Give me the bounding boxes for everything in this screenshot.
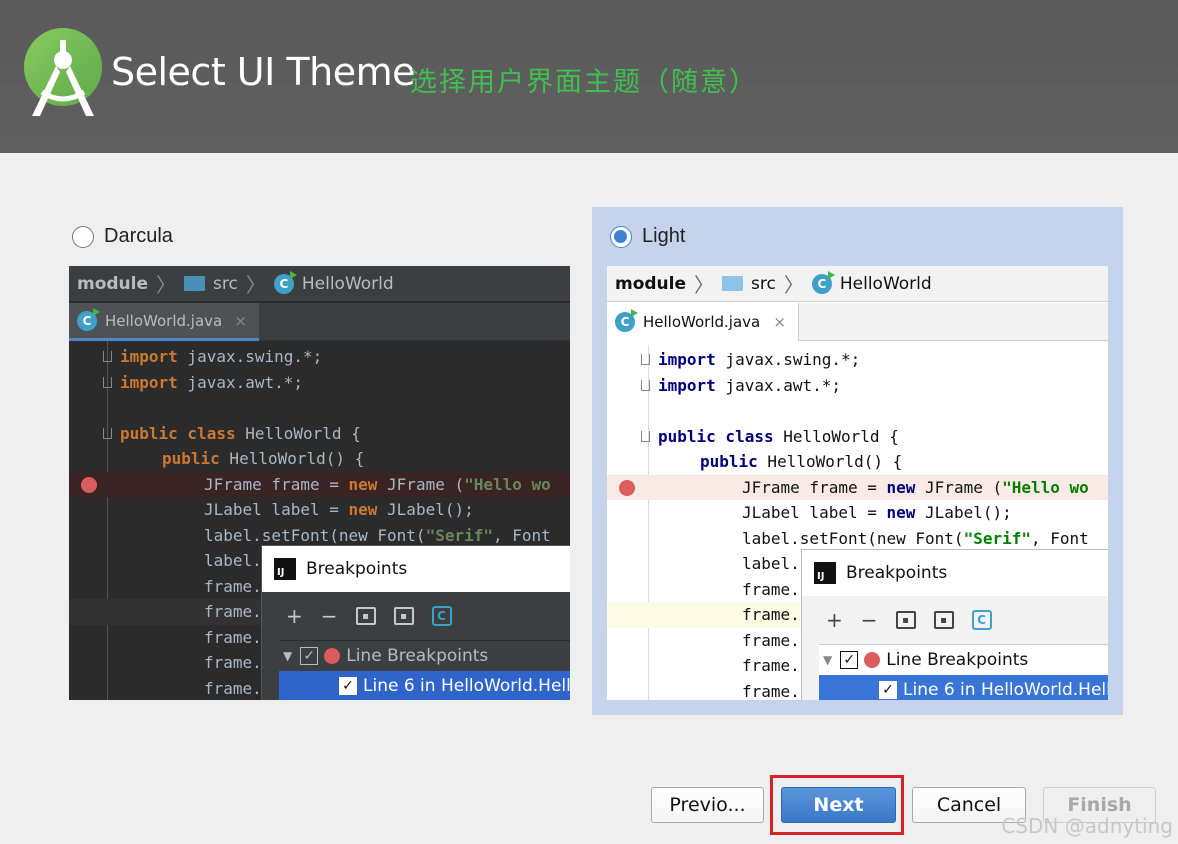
group-by-package-icon: ▪ bbox=[933, 611, 954, 629]
breadcrumb: module 〉 src 〉 C HelloWorld bbox=[69, 266, 570, 302]
tab-label: HelloWorld.java bbox=[643, 313, 761, 331]
darcula-radio-button[interactable] bbox=[72, 225, 94, 248]
light-theme-preview[interactable]: module 〉 src 〉 C HelloWorld C HelloWorld… bbox=[607, 266, 1108, 700]
light-radio-button[interactable] bbox=[610, 225, 632, 248]
class-icon: C bbox=[77, 307, 100, 331]
light-theme-option[interactable]: Light bbox=[610, 225, 685, 248]
breadcrumb-file: HelloWorld bbox=[839, 273, 932, 294]
editor-tab-bar: C HelloWorld.java × bbox=[69, 303, 570, 341]
previous-button[interactable]: Previo... bbox=[651, 787, 764, 823]
add-icon: + bbox=[826, 608, 843, 632]
add-icon: + bbox=[286, 604, 303, 628]
tree-item-row: ✓ Line 6 in HelloWorld.Hello bbox=[279, 671, 570, 700]
page-annotation: 选择用户界面主题（随意） bbox=[410, 67, 758, 98]
breadcrumb-module: module bbox=[77, 273, 149, 294]
folder-icon bbox=[722, 276, 744, 291]
code-line: import javax.awt.*; bbox=[607, 373, 1108, 399]
breakpoint-icon bbox=[324, 648, 341, 664]
checkbox-icon: ✓ bbox=[300, 647, 319, 665]
code-line: label.setFont(new Font("Serif", Font bbox=[742, 528, 1089, 548]
android-studio-logo-icon bbox=[24, 28, 102, 116]
breadcrumb: module 〉 src 〉 C HelloWorld bbox=[607, 266, 1108, 302]
group-by-package-icon: ▪ bbox=[393, 607, 414, 625]
close-icon: × bbox=[234, 311, 247, 330]
group-by-class-icon: C bbox=[431, 606, 452, 626]
code-line: JFrame frame = new JFrame ("Hello wo bbox=[607, 474, 1108, 500]
next-button-highlight-box bbox=[770, 775, 904, 835]
expand-icon: ▼ bbox=[823, 653, 833, 667]
breakpoints-toolbar: + − ▪ ▪ C bbox=[262, 592, 570, 640]
watermark: CSDN @adnyting bbox=[1001, 814, 1173, 838]
code-line: import javax.swing.*; bbox=[69, 344, 570, 370]
breakpoint-icon bbox=[864, 652, 881, 668]
editor-tab: C HelloWorld.java × bbox=[607, 303, 799, 341]
remove-icon: − bbox=[860, 608, 878, 632]
tree-group-row: ▼ ✓ Line Breakpoints bbox=[283, 646, 489, 666]
breakpoint-icon bbox=[81, 476, 97, 493]
wizard-header: Select UI Theme 选择用户界面主题（随意） bbox=[0, 0, 1178, 153]
breadcrumb-file: HelloWorld bbox=[301, 273, 394, 294]
code-line: JLabel label = new JLabel(); bbox=[742, 503, 1012, 522]
code-line: import javax.awt.*; bbox=[69, 370, 570, 396]
code-line: public HelloWorld() { bbox=[700, 452, 903, 471]
tree-item-row: ✓ Line 6 in HelloWorld.Hello bbox=[819, 675, 1108, 700]
breakpoints-dialog: IJ Breakpoints + − ▪ ▪ C ▼ ✓ Line Breakp… bbox=[801, 549, 1108, 700]
checkbox-icon: ✓ bbox=[840, 651, 859, 669]
code-line: import javax.swing.*; bbox=[607, 347, 1108, 373]
editor-tab: C HelloWorld.java × bbox=[69, 303, 259, 341]
breakpoints-toolbar: + − ▪ ▪ C bbox=[802, 596, 1108, 644]
group-by-class-icon: C bbox=[971, 610, 992, 630]
checkbox-icon: ✓ bbox=[339, 677, 357, 695]
code-line: public HelloWorld() { bbox=[162, 449, 365, 468]
breakpoints-tree: ▼ ✓ Line Breakpoints ✓ Line 6 in HelloWo… bbox=[279, 640, 570, 700]
breadcrumb-src: src bbox=[213, 273, 238, 294]
breakpoint-icon bbox=[619, 479, 635, 496]
remove-icon: − bbox=[320, 604, 338, 628]
code-line: JFrame frame = new JFrame ("Hello wo bbox=[69, 471, 570, 497]
class-icon: C bbox=[811, 270, 835, 294]
darcula-theme-option[interactable]: Darcula bbox=[72, 225, 173, 248]
code-line: public class HelloWorld { bbox=[607, 424, 1108, 450]
breakpoints-dialog-title: IJ Breakpoints bbox=[802, 550, 1108, 596]
intellij-logo-icon: IJ bbox=[814, 562, 836, 584]
breakpoints-dialog: IJ Breakpoints + − ▪ ▪ C ▼ ✓ Line Breakp… bbox=[261, 545, 570, 700]
breakpoints-tree: ▼ ✓ Line Breakpoints ✓ Line 6 in HelloWo… bbox=[819, 644, 1108, 700]
breadcrumb-src: src bbox=[751, 273, 776, 294]
expand-icon: ▼ bbox=[283, 649, 293, 663]
folder-icon bbox=[184, 276, 206, 291]
tab-label: HelloWorld.java bbox=[105, 311, 223, 330]
intellij-logo-icon: IJ bbox=[274, 558, 296, 580]
darcula-theme-preview[interactable]: module 〉 src 〉 C HelloWorld C HelloWorld… bbox=[69, 266, 570, 700]
code-line: JLabel label = new JLabel(); bbox=[204, 500, 474, 519]
breakpoints-dialog-title: IJ Breakpoints bbox=[262, 546, 570, 592]
page-title: Select UI Theme bbox=[111, 50, 415, 94]
checkbox-icon: ✓ bbox=[879, 681, 897, 699]
code-line: public class HelloWorld { bbox=[69, 421, 570, 447]
class-icon: C bbox=[615, 309, 638, 332]
close-icon: × bbox=[773, 313, 786, 331]
tree-group-row: ▼ ✓ Line Breakpoints bbox=[823, 650, 1029, 670]
editor-tab-bar: C HelloWorld.java × bbox=[607, 303, 1108, 341]
group-by-file-icon: ▪ bbox=[355, 607, 376, 625]
darcula-label: Darcula bbox=[104, 225, 173, 247]
class-icon: C bbox=[273, 270, 297, 294]
breadcrumb-module: module bbox=[615, 273, 687, 294]
light-label: Light bbox=[642, 225, 686, 247]
group-by-file-icon: ▪ bbox=[895, 611, 916, 629]
